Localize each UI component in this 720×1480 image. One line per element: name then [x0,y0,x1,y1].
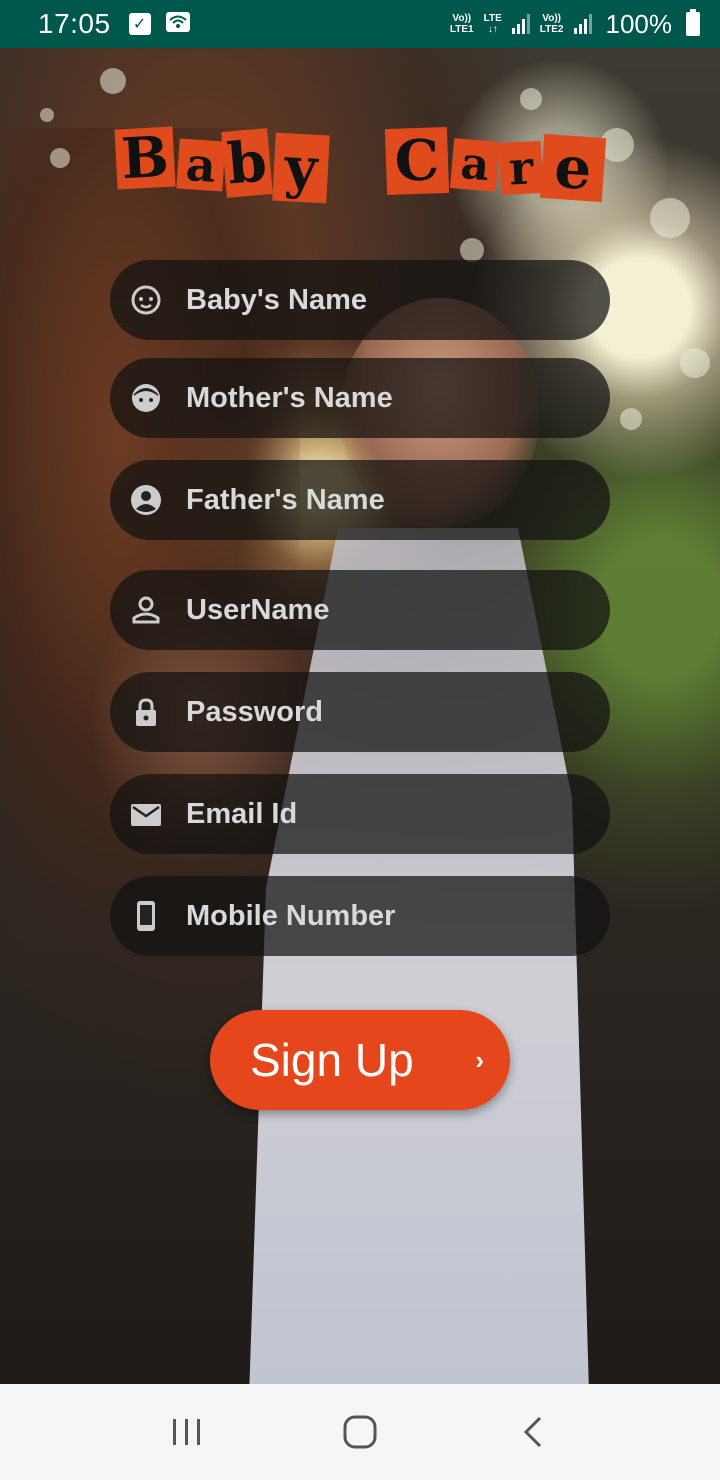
title-letter: C [384,126,450,196]
title-letter: b [221,128,273,198]
title-letter: B [114,124,176,192]
email-field[interactable]: Email Id [110,774,610,854]
password-field[interactable]: Password [110,672,610,752]
field-label: Baby's Name [186,283,367,316]
chevron-right-icon: › [475,1044,484,1075]
baby-face-icon [130,284,162,316]
field-label: Mother's Name [186,381,393,414]
status-bar: 17:05 ✓ Vo)) LTE1 LTE ↓↑ Vo)) LTE2 100% [0,0,720,48]
phone-icon [130,900,162,932]
field-label: Father's Name [186,483,385,516]
system-nav-bar [0,1384,720,1480]
lock-icon [130,696,162,728]
title-letter: r [498,140,544,196]
field-label: Email Id [186,797,298,830]
mobile-number-field[interactable]: Mobile Number [110,876,610,956]
signal-icon [511,14,530,34]
sign-up-button[interactable]: Sign Up › [210,1010,510,1110]
title-letter: y [272,132,330,204]
person-outline-icon [130,594,162,626]
fathers-name-field[interactable]: Father's Name [110,460,610,540]
signal-icon [573,14,592,34]
battery-icon [686,9,700,36]
face-icon [130,382,162,414]
field-label: Password [186,695,323,728]
checkbox-icon: ✓ [128,13,151,35]
app-title: B a b y C a r e [0,118,720,208]
recent-apps-icon[interactable] [157,1402,217,1462]
babys-name-field[interactable]: Baby's Name [110,260,610,340]
title-letter: e [539,133,607,203]
mail-icon [130,798,162,830]
field-label: UserName [186,593,330,626]
sim1-indicator: Vo)) LTE1 [449,13,474,35]
battery-percent: 100% [605,8,673,39]
account-circle-icon [130,484,162,516]
title-letter: a [449,138,501,192]
back-icon[interactable] [503,1402,563,1462]
mothers-name-field[interactable]: Mother's Name [110,358,610,438]
home-icon[interactable] [330,1402,390,1462]
sim2-indicator: Vo)) LTE2 [539,13,564,35]
lte-indicator: LTE ↓↑ [483,13,502,35]
field-label: Mobile Number [186,899,396,932]
status-time: 17:05 [38,8,111,39]
wifi-icon [165,11,191,38]
title-letter: a [176,137,226,193]
sign-up-label: Sign Up [250,1034,414,1086]
username-field[interactable]: UserName [110,570,610,650]
